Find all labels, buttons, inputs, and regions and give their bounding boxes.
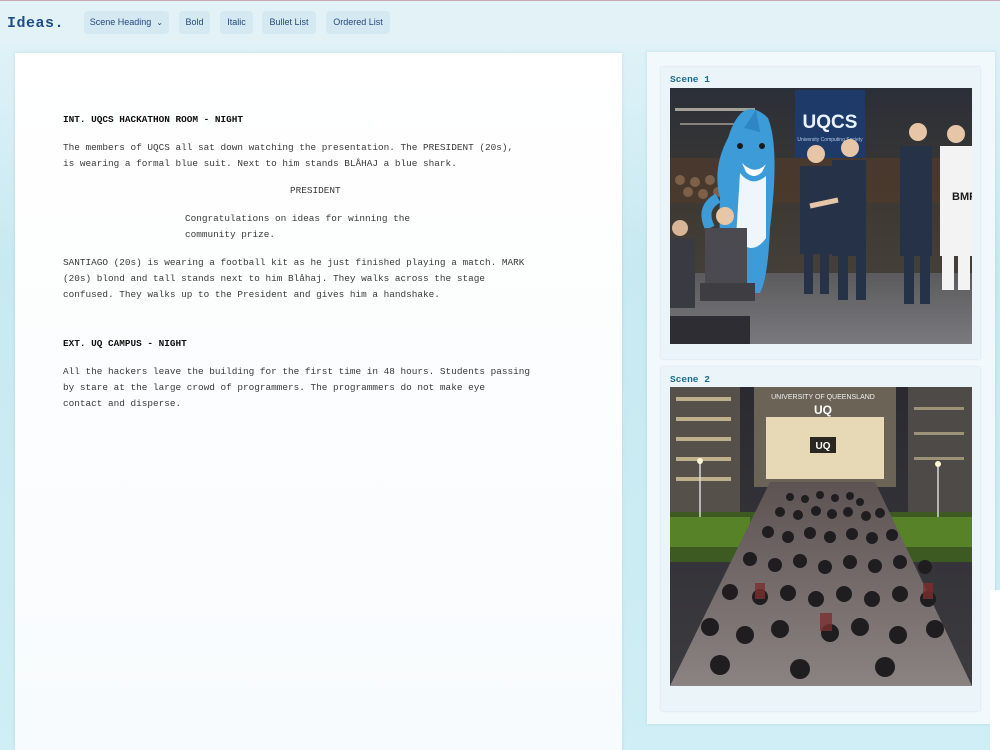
scene-heading[interactable]: INT. UQCS HACKATHON ROOM - NIGHT — [63, 112, 583, 128]
building-sign-text: UNIVERSITY OF QUEENSLAND — [771, 394, 875, 401]
bold-button[interactable]: Bold — [179, 11, 210, 34]
building-logo-text: UQ — [814, 403, 832, 417]
scene-heading-label: Scene Heading — [89, 17, 152, 27]
script-editor[interactable]: INT. UQCS HACKATHON ROOM - NIGHT The mem… — [15, 53, 622, 750]
editor-toolbar: Ideas. Scene Heading ⌄ Bold Italic Bulle… — [0, 1, 1000, 43]
scene-2-image: UNIVERSITY OF QUEENSLAND UQ UQ — [670, 387, 972, 686]
entrance-logo-text: UQ — [816, 441, 831, 452]
bullet-list-button[interactable]: Bullet List — [262, 11, 316, 34]
character-name[interactable]: PRESIDENT — [290, 183, 341, 199]
action-text[interactable]: All the hackers leave the building for t… — [63, 364, 583, 412]
ordered-list-button[interactable]: Ordered List — [326, 11, 390, 34]
chevron-down-icon: ⌄ — [156, 18, 163, 27]
action-text[interactable]: SANTIAGO (20s) is wearing a football kit… — [63, 255, 583, 303]
italic-button[interactable]: Italic — [220, 11, 253, 34]
dialogue-text[interactable]: Congratulations on ideas for winning the… — [185, 211, 445, 243]
screen-logo-text: UQCS — [803, 112, 858, 133]
scene-1-image: UQCS University Computing Society BM — [670, 88, 972, 344]
jersey-text: BMP — [952, 191, 972, 203]
scene-card-2: Scene 2 UNIVERSITY OF QUEENSLAND UQ UQ — [661, 367, 980, 711]
action-text[interactable]: The members of UQCS all sat down watchin… — [63, 140, 583, 172]
app-logo: Ideas. — [7, 15, 65, 32]
scene-card-1: Scene 1 UQCS University Computing Societ… — [661, 67, 980, 359]
scene-card-title: Scene 1 — [670, 74, 710, 85]
scene-heading-dropdown[interactable]: Scene Heading ⌄ — [84, 11, 169, 34]
scene-images-panel: Scene 1 UQCS University Computing Societ… — [647, 52, 995, 724]
scene-heading[interactable]: EXT. UQ CAMPUS - NIGHT — [63, 336, 583, 352]
scene-card-title: Scene 2 — [670, 374, 710, 385]
page-edge — [990, 590, 1000, 750]
